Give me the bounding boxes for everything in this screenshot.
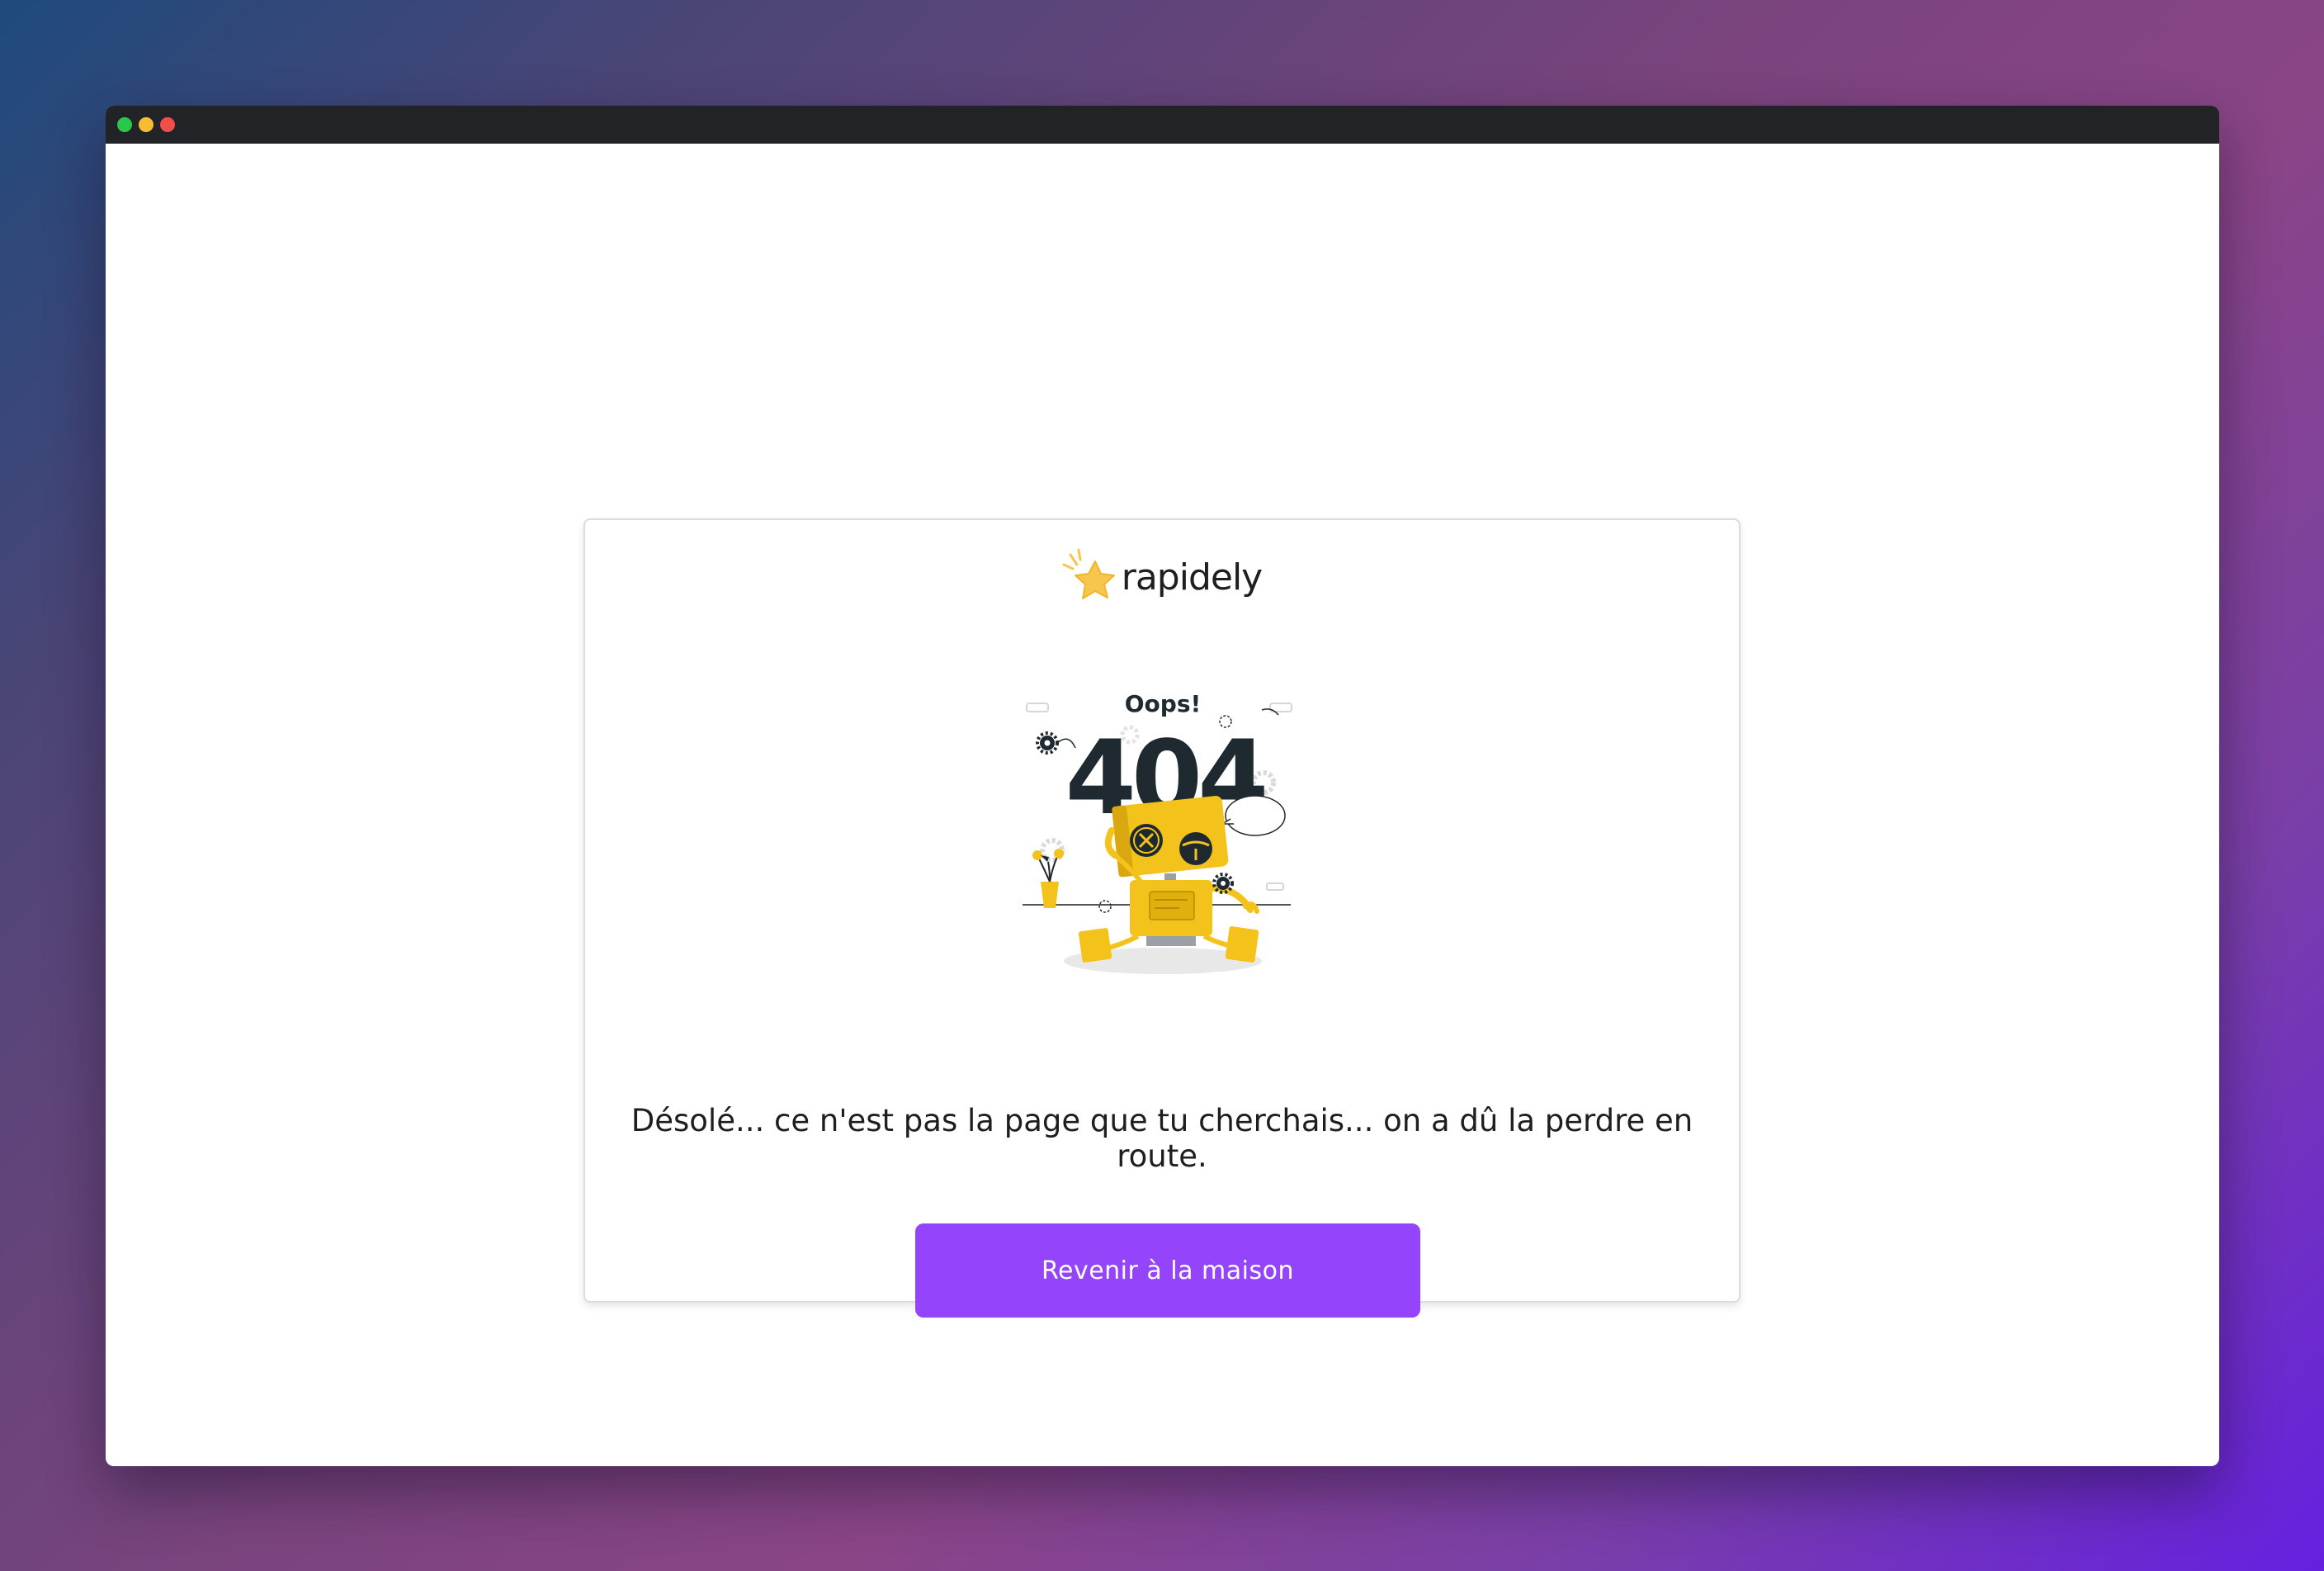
- minimize-button[interactable]: [139, 117, 154, 132]
- brand-logo[interactable]: rapidely: [585, 548, 1739, 606]
- close-button[interactable]: [160, 117, 175, 132]
- oops-heading: Oops!: [1125, 690, 1202, 717]
- error-message: Désolé... ce n'est pas la page que tu ch…: [631, 1103, 1693, 1174]
- page-content: rapidely Oops! 404 Désolé... ce n'est pa…: [106, 144, 2219, 1466]
- broken-robot-illustration: Oops! 404: [1023, 690, 1292, 974]
- window-titlebar: [106, 106, 2219, 144]
- browser-window: rapidely Oops! 404 Désolé... ce n'est pa…: [106, 106, 2219, 1466]
- logo-wordmark: rapidely: [1121, 556, 1263, 599]
- star-icon: [1062, 548, 1115, 599]
- maximize-button[interactable]: [117, 117, 132, 132]
- back-home-button[interactable]: Revenir à la maison: [915, 1223, 1420, 1318]
- error-card: rapidely Oops! 404 Désolé... ce n'est pa…: [583, 518, 1741, 1318]
